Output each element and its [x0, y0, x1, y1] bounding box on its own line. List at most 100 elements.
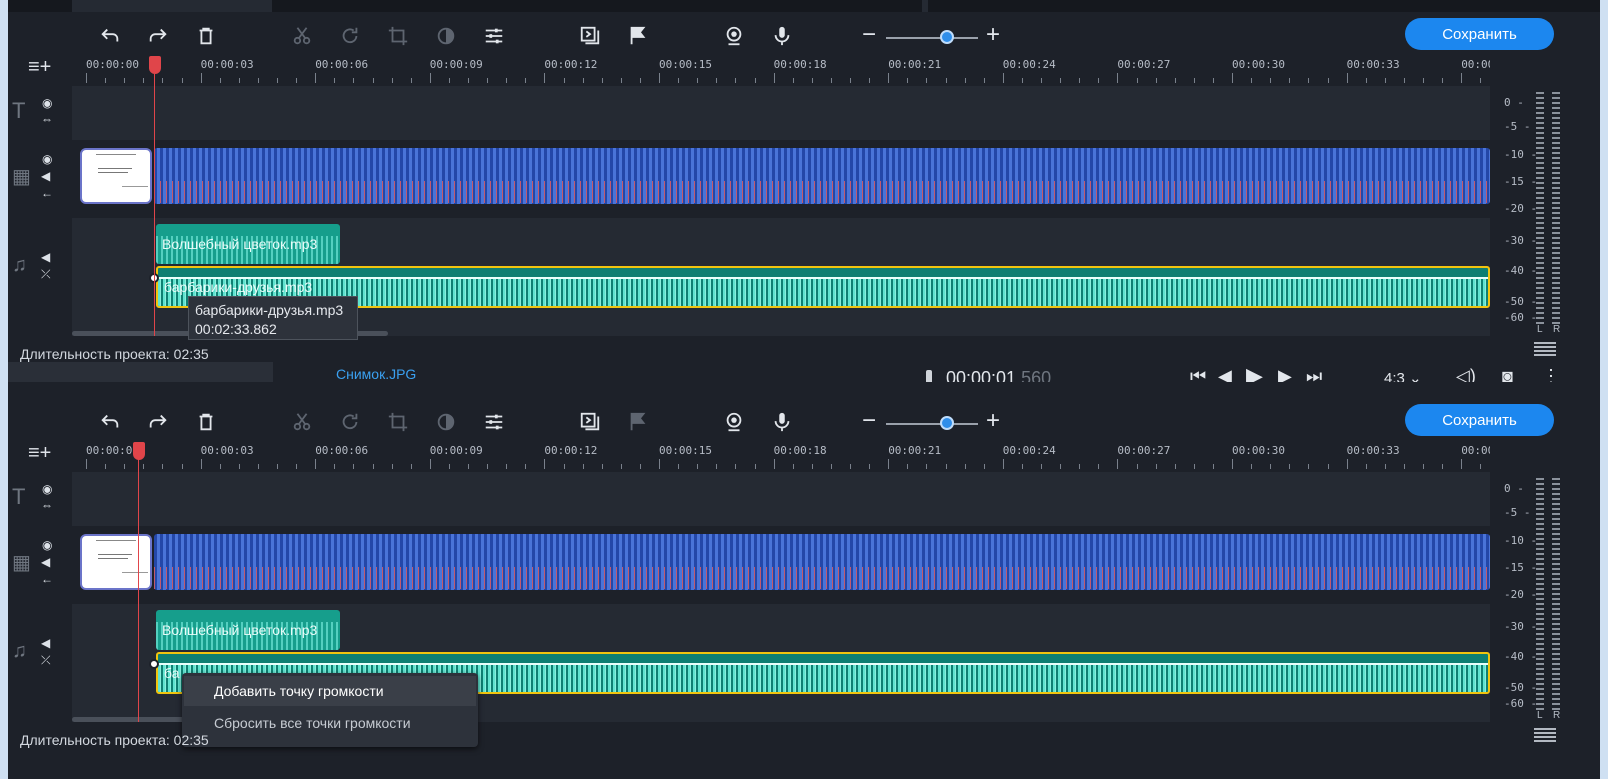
zoom-slider[interactable]: [886, 423, 978, 425]
music-note-icon: ♫: [12, 640, 27, 662]
color-adjust-icon[interactable]: [432, 22, 460, 50]
rotate-icon[interactable]: [336, 408, 364, 436]
back-arrow-icon[interactable]: ←: [41, 572, 53, 586]
ruler-tick: [296, 78, 298, 83]
flag-icon[interactable]: [624, 22, 652, 50]
microphone-icon[interactable]: [768, 22, 796, 50]
transitions-icon[interactable]: [576, 408, 604, 436]
flag-icon[interactable]: [624, 408, 652, 436]
preview-scroll[interactable]: [922, 0, 928, 12]
ruler-tick: [563, 78, 565, 83]
ruler-tick: [1403, 78, 1405, 83]
webcam-icon[interactable]: [720, 408, 748, 436]
ruler-tick: [850, 464, 851, 469]
color-adjust-icon[interactable]: [432, 408, 460, 436]
menu-item-add-volume-point[interactable]: Добавить точку громкости: [184, 676, 476, 706]
image-clip-thumbnail[interactable]: [80, 534, 152, 590]
zoom-slider-thumb[interactable]: [940, 30, 954, 44]
redo-icon[interactable]: [144, 22, 172, 50]
image-clip-thumbnail[interactable]: [80, 148, 152, 204]
cut-icon[interactable]: [288, 22, 316, 50]
undo-icon[interactable]: [96, 408, 124, 436]
zoom-out-icon[interactable]: −: [862, 407, 876, 435]
volume-line[interactable]: [158, 663, 1488, 665]
ruler-tick-label: 00:00:15: [659, 58, 712, 71]
timeline-ruler[interactable]: 00:00:00 00:00:03 00:00:06 00:00:09 00:00:12…: [78, 56, 1490, 86]
ruler-tick: [277, 464, 278, 469]
zoom-out-icon[interactable]: −: [862, 21, 876, 49]
timeline-ruler[interactable]: 00:00:00 00:00:03 00:00:06 00:00:09 00:00:12…: [78, 442, 1490, 472]
eye-icon[interactable]: ◉: [42, 538, 52, 552]
ruler-tick: [429, 459, 431, 469]
speaker-icon[interactable]: ◀: [41, 169, 50, 183]
ruler-tick: [697, 78, 699, 83]
trash-icon[interactable]: [192, 408, 220, 436]
link-icon[interactable]: ⇔: [41, 112, 53, 126]
equalizer-icon[interactable]: [480, 22, 508, 50]
volume-line[interactable]: [158, 277, 1488, 279]
crop-icon[interactable]: [384, 22, 412, 50]
ruler-tick: [219, 464, 221, 469]
speaker-icon[interactable]: ◀: [41, 250, 50, 264]
ruler-tick: [830, 464, 832, 469]
eye-icon[interactable]: ◉: [42, 482, 52, 496]
ruler-tick: [1289, 464, 1291, 469]
equalizer-icon[interactable]: [480, 408, 508, 436]
cut-icon[interactable]: [288, 408, 316, 436]
ruler-tick: [1365, 78, 1367, 83]
rotate-icon[interactable]: [336, 22, 364, 50]
playhead-handle[interactable]: [149, 56, 161, 74]
redo-icon[interactable]: [144, 408, 172, 436]
ruler-tick-label: 00:00:00: [86, 58, 139, 71]
mute-icon[interactable]: ⤫: [41, 267, 51, 282]
add-track-icon[interactable]: ≡+: [28, 442, 52, 464]
ruler-tick: [1251, 464, 1253, 469]
eye-icon[interactable]: ◉: [42, 152, 52, 166]
undo-icon[interactable]: [96, 22, 124, 50]
add-track-icon[interactable]: ≡+: [28, 56, 52, 78]
playhead-handle[interactable]: [133, 442, 145, 460]
zoom-in-icon[interactable]: +: [986, 21, 1000, 49]
microphone-icon[interactable]: [768, 408, 796, 436]
zoom-slider[interactable]: [886, 37, 978, 39]
video-clip[interactable]: [154, 534, 1490, 590]
video-clip[interactable]: [154, 148, 1490, 204]
meter-scale-label: -10 -: [1504, 148, 1538, 161]
ruler-tick: [945, 464, 947, 469]
meter-menu-icon[interactable]: [1534, 342, 1556, 358]
speaker-icon[interactable]: ◀: [41, 636, 50, 650]
zoom-in-icon[interactable]: +: [986, 407, 1000, 435]
current-file-name: Снимок.JPG: [336, 366, 417, 382]
ruler-tick: [792, 464, 794, 469]
text-track[interactable]: [72, 86, 1490, 140]
ruler-tick: [525, 78, 527, 83]
music-clip-1-label: Волшебный цветок.mp3: [162, 622, 318, 638]
menu-item-reset-volume-points[interactable]: Сбросить все точки громкости: [184, 708, 476, 738]
mute-icon[interactable]: ⤫: [41, 653, 51, 668]
ruler-tick: [296, 464, 298, 469]
back-arrow-icon[interactable]: ←: [41, 186, 53, 200]
trash-icon[interactable]: [192, 22, 220, 50]
save-button[interactable]: Сохранить: [1405, 404, 1554, 436]
meter-menu-icon[interactable]: [1534, 728, 1556, 744]
music-clip-1[interactable]: Волшебный цветок.mp3: [156, 610, 340, 650]
ruler-tick: [735, 464, 737, 469]
ruler-tick: [1002, 459, 1004, 469]
ruler-tick: [162, 78, 164, 83]
text-track[interactable]: [72, 472, 1490, 526]
crop-icon[interactable]: [384, 408, 412, 436]
ruler-tick-label: 00:00:33: [1346, 58, 1400, 71]
eye-icon[interactable]: ◉: [42, 96, 52, 110]
ruler-tick: [124, 78, 126, 83]
volume-point[interactable]: [149, 659, 159, 669]
webcam-icon[interactable]: [720, 22, 748, 50]
link-icon[interactable]: ⇔: [41, 498, 53, 512]
music-clip-1[interactable]: Волшебный цветок.mp3: [156, 224, 340, 264]
save-button[interactable]: Сохранить: [1405, 18, 1554, 50]
ruler-tick: [86, 459, 87, 469]
zoom-slider-thumb[interactable]: [940, 416, 954, 430]
transitions-icon[interactable]: [576, 22, 604, 50]
speaker-icon[interactable]: ◀: [41, 555, 50, 569]
playhead-line: [138, 450, 139, 722]
ruler-tick: [907, 78, 909, 83]
